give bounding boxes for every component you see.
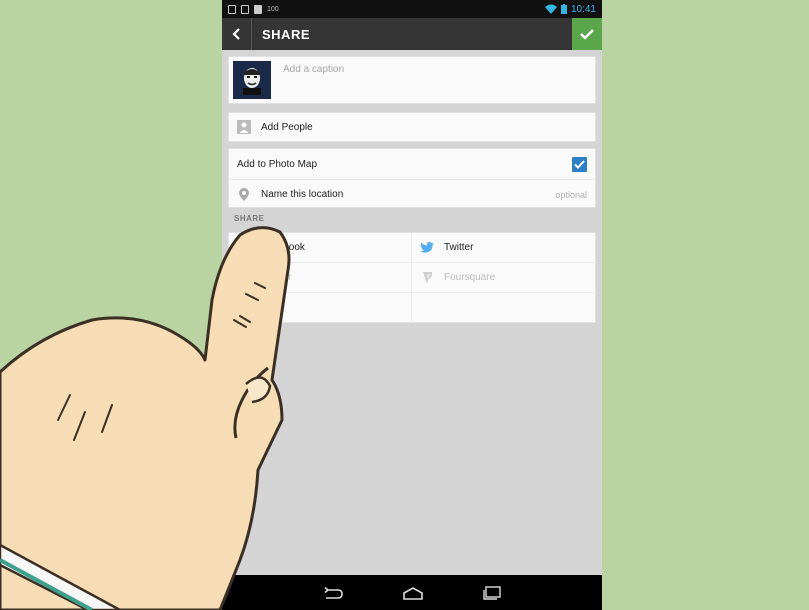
add-people-label: Add People <box>261 121 313 133</box>
back-button[interactable] <box>222 18 252 50</box>
share-empty-cell <box>412 293 595 323</box>
share-label: Foursquare <box>444 272 496 283</box>
location-pin-icon <box>237 188 251 202</box>
share-section-header: SHARE <box>234 214 265 223</box>
share-label: Twitter <box>444 242 474 253</box>
recents-nav-icon[interactable] <box>482 585 502 600</box>
foursquare-icon <box>420 271 434 285</box>
add-people-row[interactable]: Add People <box>228 112 596 142</box>
status-left: 100 <box>228 4 279 14</box>
share-flickr[interactable]: Flickr <box>229 293 412 323</box>
mask-image <box>243 68 261 95</box>
status-text: 100 <box>267 5 279 13</box>
facebook-icon <box>237 241 251 255</box>
facebook-notification-icon <box>254 4 262 14</box>
share-tumblr[interactable]: t Tumblr <box>229 263 412 293</box>
tumblr-icon: t <box>237 271 251 285</box>
optional-hint: optional <box>555 189 587 200</box>
add-to-photo-map-label: Add to Photo Map <box>237 158 318 170</box>
status-bar: 100 10:41 <box>222 0 602 18</box>
share-label: Facebook <box>261 242 305 253</box>
wifi-icon <box>544 4 557 14</box>
battery-icon <box>560 4 567 14</box>
name-location-row[interactable]: Name this location optional <box>229 179 595 209</box>
checkmark-icon <box>580 29 594 40</box>
phone-screen: 100 10:41 SHARE Add a caption Add People… <box>222 0 602 610</box>
share-label: Tumblr <box>261 272 292 283</box>
svg-text:t: t <box>240 271 245 284</box>
photo-map-card: Add to Photo Map Name this location opti… <box>228 148 596 208</box>
flickr-icon <box>237 301 251 315</box>
share-label: Flickr <box>261 302 285 314</box>
photo-thumbnail <box>233 61 271 99</box>
caption-input[interactable] <box>283 64 583 75</box>
clock: 10:41 <box>570 3 596 15</box>
image-notification-icon <box>241 4 249 14</box>
share-foursquare[interactable]: Foursquare <box>412 263 595 293</box>
share-facebook[interactable]: Facebook <box>229 233 412 263</box>
notification-icon <box>228 4 236 14</box>
home-nav-icon[interactable] <box>402 586 424 600</box>
back-nav-icon[interactable] <box>322 586 344 600</box>
share-services-grid: Facebook Twitter t Tumblr Foursquare Fli… <box>228 232 596 323</box>
photo-map-checkbox[interactable] <box>572 156 587 172</box>
share-twitter[interactable]: Twitter <box>412 233 595 263</box>
name-location-label: Name this location <box>261 189 344 200</box>
android-nav-bar <box>222 575 602 610</box>
confirm-button[interactable] <box>572 18 602 50</box>
caption-card <box>228 56 596 104</box>
checkmark-icon <box>574 159 585 169</box>
chevron-left-icon <box>231 28 240 40</box>
page-title: SHARE <box>262 26 311 42</box>
twitter-icon <box>420 241 434 255</box>
status-right: 10:41 <box>544 3 596 15</box>
top-toolbar: SHARE <box>222 18 602 50</box>
add-to-photo-map-row[interactable]: Add to Photo Map <box>229 149 595 179</box>
person-tag-icon <box>237 120 251 134</box>
